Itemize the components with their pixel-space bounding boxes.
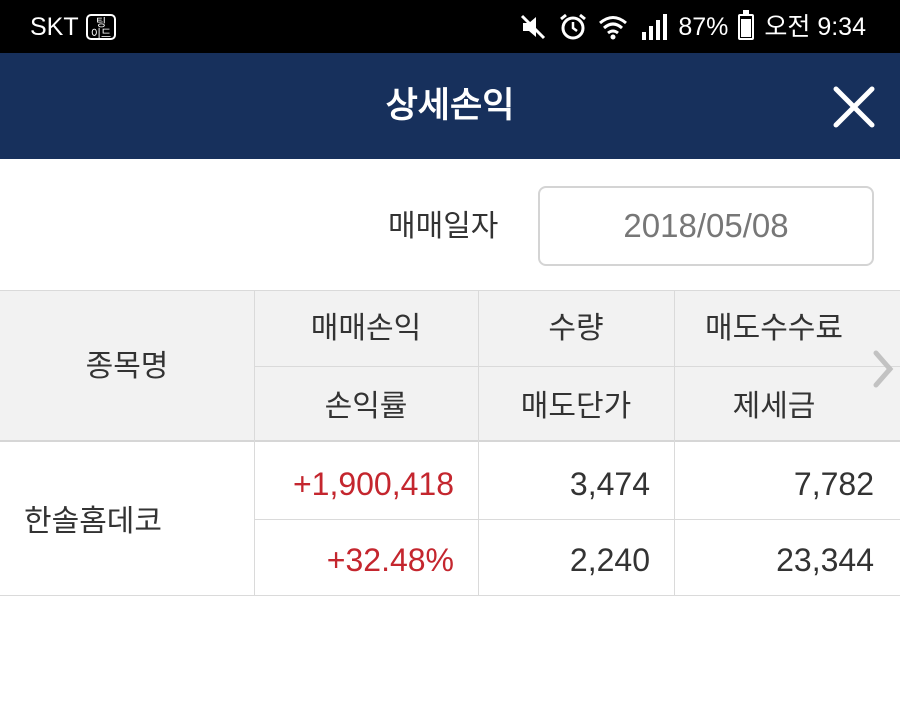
- carrier-label: SKT: [30, 13, 79, 41]
- quantity-value: 3,474: [569, 466, 650, 502]
- status-icons: 87% 오전 9:34: [518, 10, 866, 44]
- trade-pl-value: +1,900,418: [292, 466, 454, 502]
- mute-icon: [521, 14, 546, 40]
- sell-fee-value: 7,782: [793, 466, 874, 502]
- status-bar: SKT 팅 이드 87% 오전 9:34: [0, 0, 900, 53]
- header-pl-rate: 손익률: [324, 389, 408, 424]
- stock-name: 한솔홈데코: [24, 504, 162, 539]
- trade-date-label: 매매일자: [388, 209, 499, 244]
- page-title: 상세손익: [385, 86, 515, 126]
- pl-table: 종목명 매매손익 손익률 수량 매도단가 매도수수료 제세금 한솔홈데코 +1,…: [0, 290, 900, 596]
- clock: 오전 9:34: [764, 13, 866, 41]
- header-quantity: 수량: [548, 311, 604, 346]
- row-divider: [254, 519, 900, 520]
- table-header: 종목명 매매손익 손익률 수량 매도단가 매도수수료 제세금: [0, 290, 900, 443]
- sell-price-value: 2,240: [569, 542, 650, 578]
- row-divider: [254, 366, 900, 367]
- table-row[interactable]: 한솔홈데코 +1,900,418 +32.48% 3,474 2,240 7,7…: [0, 442, 900, 596]
- header-sell-price: 매도단가: [520, 389, 632, 424]
- battery-percent: 87%: [678, 13, 729, 41]
- signal-icon: [642, 14, 668, 40]
- pl-rate-value: +32.48%: [326, 542, 454, 578]
- carrier-badge: 팅 이드: [86, 14, 116, 40]
- header-stock-name: 종목명: [85, 349, 169, 384]
- header-taxes: 제세금: [732, 389, 816, 424]
- app-header: 상세손익: [0, 53, 900, 159]
- taxes-value: 23,344: [776, 542, 874, 578]
- wifi-icon: [599, 16, 628, 40]
- header-trade-pl: 매매손익: [310, 311, 422, 346]
- alarm-icon: [560, 13, 587, 40]
- chevron-right-icon[interactable]: [870, 349, 896, 389]
- close-icon[interactable]: [830, 83, 878, 131]
- header-sell-fee: 매도수수료: [705, 311, 843, 346]
- trade-date-field[interactable]: 2018/05/08: [538, 186, 874, 266]
- battery-icon: [738, 10, 755, 40]
